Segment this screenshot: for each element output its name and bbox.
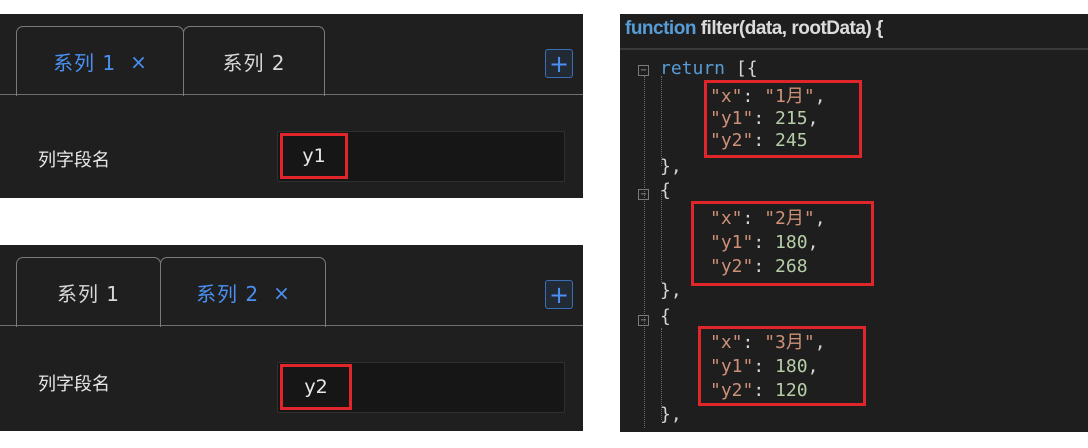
return-bracket: [{ [725, 58, 758, 79]
fold-marker-icon[interactable]: − [638, 189, 649, 200]
tab-series-2[interactable]: 系列 2 [183, 26, 325, 96]
return-keyword: return [660, 58, 726, 79]
series-tab-bar: 系列 1 系列 2 × + [0, 245, 583, 327]
fold-marker-icon[interactable]: − [638, 65, 649, 76]
function-name: filter(data, rootData) { [695, 18, 884, 39]
header-divider [620, 48, 1088, 50]
function-signature: function filter(data, rootData) { [625, 18, 883, 40]
close-brace-line: }, [660, 156, 682, 177]
highlight-box [698, 326, 866, 406]
close-brace-line: }, [660, 404, 682, 425]
plus-icon: + [548, 280, 570, 309]
plus-icon: + [548, 49, 570, 78]
indent-guide [644, 76, 645, 428]
tab-series-1[interactable]: 系列 1 [16, 257, 161, 327]
indent-guide [661, 190, 662, 282]
open-brace-line: { [660, 306, 671, 327]
highlight-box [704, 80, 862, 158]
open-brace-line: { [660, 180, 671, 201]
indent-guide [661, 76, 662, 166]
column-field-input[interactable]: y1 [277, 131, 565, 182]
function-keyword: function [625, 18, 696, 39]
close-icon[interactable]: × [130, 50, 147, 74]
add-series-button[interactable]: + [545, 49, 573, 78]
column-field-value: y2 [280, 364, 352, 410]
close-brace-line: }, [660, 280, 682, 301]
tab-label: 系列 2 [222, 51, 286, 75]
column-field-label: 列字段名 [38, 374, 110, 395]
tab-label: 系列 2 [196, 282, 260, 306]
code-editor[interactable]: function filter(data, rootData) { − − − … [620, 14, 1088, 432]
highlight-box [691, 201, 874, 286]
return-line: return [{ [660, 58, 758, 80]
tab-label: 系列 1 [53, 51, 117, 75]
series-tab-bar: 系列 1 × 系列 2 + [0, 14, 583, 96]
close-icon[interactable]: × [273, 281, 290, 305]
tab-series-1[interactable]: 系列 1 × [16, 26, 184, 96]
series-config-panel-1: 系列 1 × 系列 2 + 列字段名 y1 [0, 14, 583, 198]
fold-marker-icon[interactable]: − [638, 315, 649, 326]
tab-series-2[interactable]: 系列 2 × [160, 257, 326, 327]
series-config-panel-2: 系列 1 系列 2 × + 列字段名 y2 [0, 245, 583, 431]
column-field-input[interactable]: y2 [277, 362, 565, 413]
column-field-value: y1 [280, 133, 348, 179]
add-series-button[interactable]: + [545, 280, 573, 309]
column-field-label: 列字段名 [38, 150, 110, 171]
tab-label: 系列 1 [56, 282, 121, 306]
